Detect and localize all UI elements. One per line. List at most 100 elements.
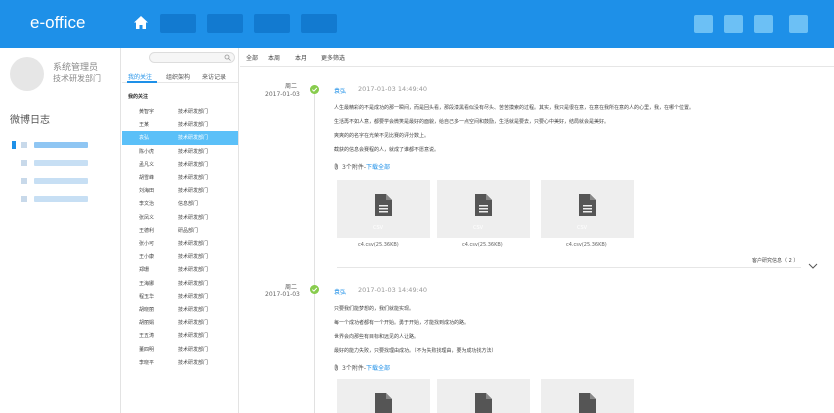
sidebar-item-1-icon	[21, 142, 27, 148]
tab-visit-records[interactable]: 来访记录	[202, 72, 226, 81]
toolbar-button-1[interactable]	[694, 15, 713, 33]
top-bar: e-office	[0, 0, 834, 48]
contact-row[interactable]: 李晓平 技术研发部门	[122, 356, 238, 369]
contact-name: 王某	[139, 122, 150, 129]
nav-menu-4[interactable]	[301, 14, 337, 33]
download-all-link[interactable]: 下载全部	[366, 164, 390, 171]
contact-row[interactable]: 陈小虎 技术研发部门	[122, 145, 238, 158]
attachment-tile[interactable]: CSV	[337, 180, 430, 238]
attachment-tile[interactable]: CSV	[541, 180, 634, 238]
post-author-link[interactable]: 袁弘	[334, 86, 346, 95]
contact-name: 刘海田	[139, 188, 155, 195]
post-weekday: 周二	[285, 284, 298, 291]
app-logo: e-office	[30, 13, 86, 32]
post-paragraph: 世界会向那些有目标和远见的人让路。	[334, 334, 420, 340]
paperclip-icon	[334, 364, 338, 371]
contact-dept: 技术研发部门	[178, 267, 209, 274]
filter-all[interactable]: 全部	[246, 53, 258, 62]
sidebar-item-3[interactable]	[34, 178, 88, 184]
contact-row[interactable]: 张凤义 技术研发部门	[122, 211, 238, 224]
attachment-tile[interactable]: CSV	[437, 180, 530, 238]
attachments-line: 3个附件-下载全部	[334, 363, 390, 372]
contact-row[interactable]: 黄智宇 技术研发部门	[122, 105, 238, 118]
contact-dept: 技术研发部门	[178, 254, 209, 261]
toolbar-button-3[interactable]	[754, 15, 773, 33]
contact-row[interactable]: 刘海田 技术研发部门	[122, 184, 238, 197]
main-feed: 全部 本周 本月 更多筛选 周二 2017-01-03 袁弘 2017-01-0…	[240, 48, 834, 413]
contact-row[interactable]: 胡晓丽 技术研发部门	[122, 303, 238, 316]
attachments-line: 3个附件-下载全部	[334, 162, 390, 171]
file-icon	[579, 393, 596, 413]
contact-row[interactable]: 李文治 信息部门	[122, 197, 238, 210]
chevron-down-icon[interactable]	[808, 263, 818, 269]
contact-name: 胡雪峰	[139, 175, 155, 181]
contact-dept: 信息部门	[178, 201, 199, 208]
contact-dept: 技术研发部门	[178, 175, 209, 181]
contact-search-input[interactable]	[149, 52, 235, 63]
contact-dept: 技术研发部门	[178, 161, 209, 168]
contact-name: 胡晓丽	[139, 307, 155, 313]
contact-row[interactable]: 郑珊 技术研发部门	[122, 263, 238, 276]
post-paragraph: 只要我们能梦想的，我们就能实现。	[334, 306, 415, 312]
download-all-link[interactable]: 下载全部	[366, 365, 390, 372]
check-icon	[310, 85, 319, 94]
nav-menu-1[interactable]	[160, 14, 196, 33]
contact-dept: 技术研发部门	[178, 320, 209, 327]
sidebar-item-1[interactable]	[34, 142, 88, 148]
left-sidebar: 系统管理员 技术研发部门 微博日志	[0, 48, 121, 413]
attachments-count: 3个附件-	[342, 164, 366, 171]
contact-dept: 研品部门	[178, 227, 199, 234]
contact-row[interactable]: 王某 技术研发部门	[122, 118, 238, 131]
contact-name: 袁弘	[139, 135, 150, 142]
tab-org-structure[interactable]: 组织架构	[166, 72, 190, 81]
attachment-tile[interactable]	[337, 379, 430, 413]
contact-row[interactable]: 程玉华 技术研发部门	[122, 290, 238, 303]
contact-dept: 技术研发部门	[178, 293, 209, 300]
contact-row[interactable]: 孟凡义 技术研发部门	[122, 158, 238, 171]
contact-name: 王德利	[139, 227, 155, 234]
post-author-link[interactable]: 袁弘	[334, 287, 346, 296]
contact-row[interactable]: 王小康 技术研发部门	[122, 250, 238, 263]
user-dept: 技术研发部门	[53, 74, 101, 83]
tab-following[interactable]: 我的关注	[128, 72, 152, 81]
post-weekday: 周二	[285, 83, 298, 90]
contact-row[interactable]: 董四明 技术研发部门	[122, 343, 238, 356]
contact-name: 孟凡义	[139, 161, 155, 168]
nav-menu-2[interactable]	[207, 14, 243, 33]
contact-row[interactable]: 胡丽娟 技术研发部门	[122, 316, 238, 329]
filter-more[interactable]: 更多筛选	[321, 53, 345, 62]
attachment-tile[interactable]	[437, 379, 530, 413]
attachment-tile[interactable]	[541, 379, 634, 413]
paperclip-icon	[334, 163, 338, 170]
reply-count-link[interactable]: 客户研究信息（ 2 ）	[752, 257, 798, 264]
toolbar-button-4[interactable]	[789, 15, 808, 33]
sidebar-item-4-icon	[21, 196, 27, 202]
contact-row[interactable]: 王海娜 技术研发部门	[122, 277, 238, 290]
contact-name: 陈小虎	[139, 148, 155, 155]
filter-tabs: 全部 本周 本月 更多筛选	[240, 48, 834, 67]
file-caption: c4.csv(25.36KB)	[358, 242, 399, 248]
home-icon[interactable]	[133, 15, 149, 30]
filter-this-week[interactable]: 本周	[268, 53, 280, 62]
avatar[interactable]	[10, 57, 44, 91]
contact-row[interactable]: 胡雪峰 技术研发部门	[122, 171, 238, 184]
contact-row-selected[interactable]: 袁弘 技术研发部门	[122, 131, 238, 145]
sidebar-item-2[interactable]	[34, 160, 88, 166]
post-paragraph: 每一个成功者都有一个开始。勇于开始，才能找到成功的路。	[334, 320, 470, 326]
attachments-count: 3个附件-	[342, 365, 366, 372]
file-type-label: CSV	[473, 225, 484, 231]
toolbar-button-2[interactable]	[724, 15, 743, 33]
nav-menu-3[interactable]	[254, 14, 290, 33]
search-icon[interactable]	[224, 54, 231, 61]
contact-name: 黄智宇	[139, 109, 155, 115]
contact-row[interactable]: 张小可 技术研发部门	[122, 237, 238, 250]
contact-row[interactable]: 王五涛 技术研发部门	[122, 329, 238, 342]
contact-name: 李文治	[139, 201, 155, 208]
contact-dept: 技术研发部门	[178, 122, 209, 129]
post-time: 2017-01-03 14:49:40	[358, 286, 428, 294]
filter-this-month[interactable]: 本月	[295, 53, 307, 62]
sidebar-item-4[interactable]	[34, 196, 88, 202]
contact-row[interactable]: 王德利 研品部门	[122, 224, 238, 237]
contact-dept: 技术研发部门	[178, 188, 209, 195]
contact-dept: 技术研发部门	[178, 214, 209, 221]
